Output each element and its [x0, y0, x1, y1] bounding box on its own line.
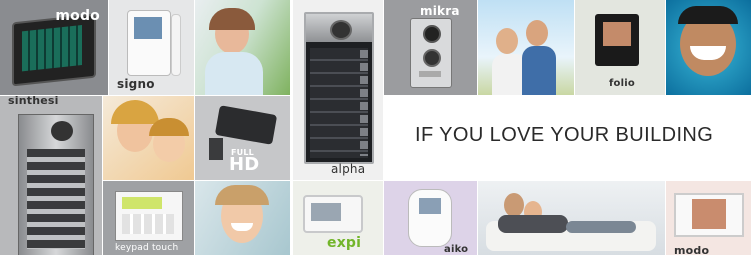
modo-label: modo — [55, 8, 100, 24]
mikra-tile: mikra — [384, 0, 477, 95]
alpha-panel-tile: alpha — [293, 0, 383, 180]
aiko-handset-image — [408, 189, 452, 247]
woman-smile-photo — [195, 181, 290, 255]
aiko-label: aiko — [444, 244, 469, 255]
hd-label: HD — [229, 154, 260, 175]
couple-outdoor-photo — [478, 0, 574, 95]
modo-lower-tile: modo — [666, 181, 751, 255]
expi-tile: expi — [293, 181, 383, 255]
expi-image — [303, 195, 363, 233]
keypad-label: keypad touch — [115, 243, 179, 253]
camera-image — [214, 105, 278, 145]
aiko-tile: aiko — [384, 181, 477, 255]
mikra-label: mikra — [420, 4, 460, 18]
kids-photo — [103, 96, 194, 180]
signo-handset-image — [127, 10, 171, 76]
sinthesi-tile: sinthesi — [0, 96, 102, 255]
signo-label: signo — [117, 77, 155, 91]
folio-label: folio — [609, 78, 635, 89]
modo-lower-label: modo — [674, 244, 710, 255]
man-water-photo — [666, 0, 751, 95]
modo-monitor-image — [12, 13, 96, 87]
modo-lower-monitor-image — [674, 193, 744, 237]
hd-camera-tile: FULL HD — [195, 96, 290, 180]
woman-green-photo — [195, 0, 290, 95]
expi-label: expi — [327, 235, 362, 251]
couple-sofa-photo — [478, 181, 665, 255]
folio-monitor-image — [595, 14, 639, 66]
keypad-touch-tile: keypad touch — [103, 181, 194, 255]
alpha-label: alpha — [331, 162, 366, 176]
product-banner: modo signo alpha mikra folio sinthesi FU… — [0, 0, 751, 255]
sinthesi-panel-image — [18, 114, 94, 255]
signo-tile: signo — [109, 0, 194, 95]
modo-monitor-tile: modo — [0, 0, 108, 95]
sinthesi-label: sinthesi — [8, 96, 59, 107]
keypad-image — [115, 191, 183, 241]
alpha-panel-image — [304, 12, 374, 164]
tagline: IF YOU LOVE YOUR BUILDING — [415, 124, 714, 146]
mikra-panel-image — [410, 18, 452, 88]
folio-tile: folio — [575, 0, 665, 95]
